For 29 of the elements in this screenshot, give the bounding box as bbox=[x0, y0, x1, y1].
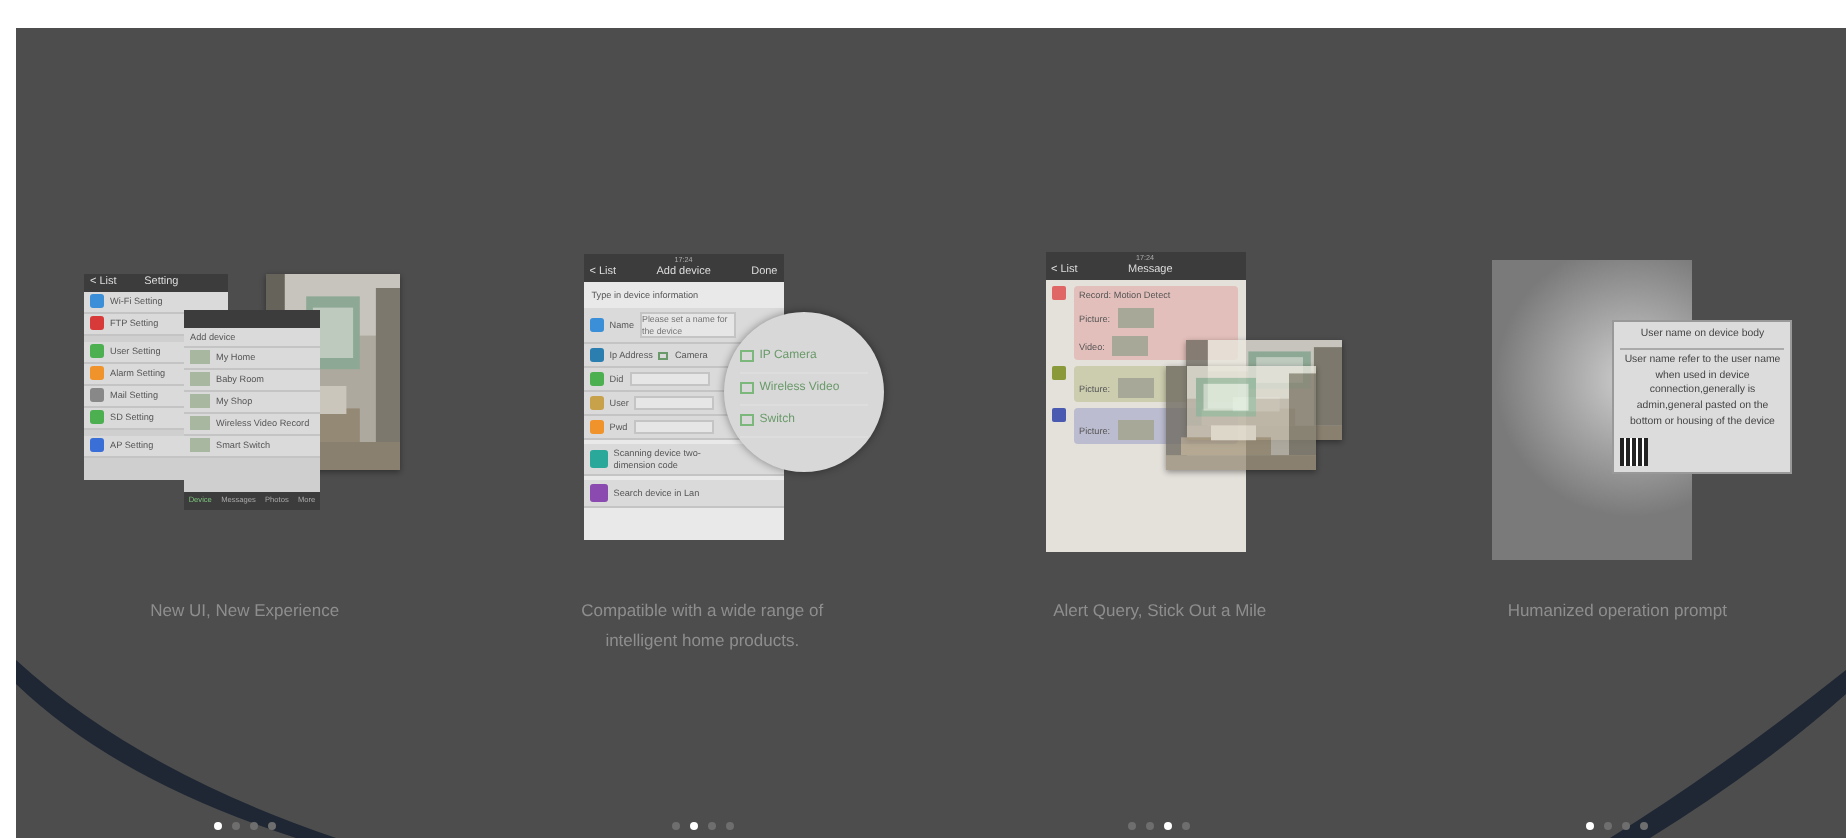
page-dot[interactable] bbox=[213, 822, 222, 830]
page-dot[interactable] bbox=[1146, 822, 1155, 830]
page-dot[interactable] bbox=[1622, 822, 1631, 830]
page-dot[interactable] bbox=[267, 822, 276, 830]
slide-caption: Humanized operation prompt bbox=[1505, 598, 1729, 624]
slide-caption: Compatible with a wide range of intelligent home products. bbox=[579, 598, 826, 654]
page-dot[interactable] bbox=[231, 822, 240, 830]
input-field[interactable] bbox=[634, 396, 715, 411]
page-dot[interactable] bbox=[671, 822, 680, 830]
device-type-icon bbox=[739, 382, 754, 394]
header-bar bbox=[184, 310, 320, 328]
page-dot[interactable] bbox=[689, 822, 698, 830]
page-dot[interactable] bbox=[1164, 822, 1173, 830]
input-field[interactable] bbox=[629, 372, 710, 387]
slide-caption: Alert Query, Stick Out a Mile bbox=[1051, 598, 1269, 624]
page-dot[interactable] bbox=[249, 822, 258, 830]
page-dot[interactable] bbox=[1182, 822, 1191, 830]
page-dot[interactable] bbox=[725, 822, 734, 830]
slide-caption: New UI, New Experience bbox=[148, 598, 342, 624]
page-dot[interactable] bbox=[1128, 822, 1137, 830]
page-dot[interactable] bbox=[1586, 822, 1595, 830]
page-dot[interactable] bbox=[1640, 822, 1649, 830]
page-dot[interactable] bbox=[1604, 822, 1613, 830]
page-dot[interactable] bbox=[707, 822, 716, 830]
checkbox-icon[interactable] bbox=[658, 351, 669, 360]
input-field[interactable] bbox=[633, 420, 714, 435]
device-type-icon bbox=[739, 350, 754, 362]
device-type-icon bbox=[739, 414, 754, 426]
qr-code-icon bbox=[1620, 437, 1649, 466]
